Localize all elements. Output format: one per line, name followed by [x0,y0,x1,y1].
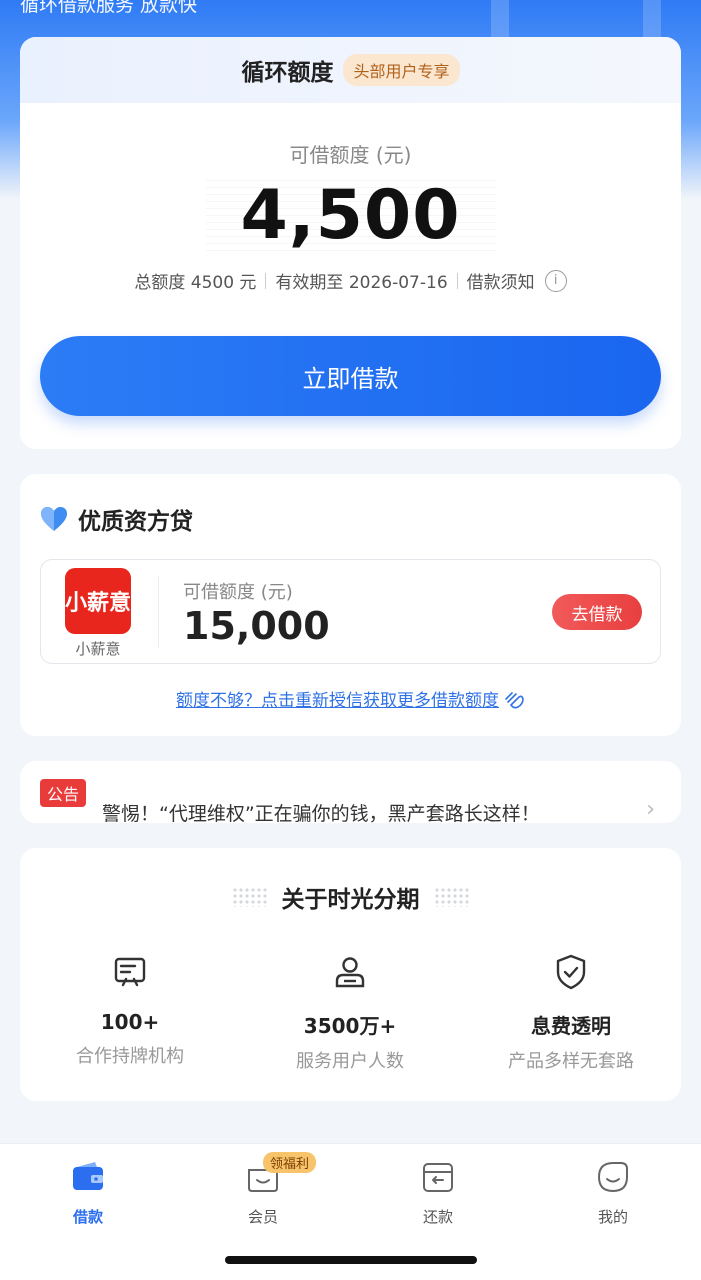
feature-transparent: 息费透明 产品多样无套路 [461,952,681,1073]
profile-icon [597,1162,628,1193]
lender-header: 优质资方贷 [40,502,193,536]
lender-amount-label: 可借额度 (元) [183,582,293,603]
home-indicator [225,1256,477,1264]
user-icon [335,957,365,988]
available-label: 可借额度 (元) [289,143,412,167]
feature-value: 100+ [100,1010,160,1034]
wallet-icon [73,1162,103,1190]
feature-users: 3500万+ 服务用户人数 [240,952,460,1073]
nav-label: 会员 [247,1208,278,1226]
nav-item-repay[interactable]: 还款 [388,1158,488,1227]
divider [158,576,159,648]
repay-icon [423,1163,453,1192]
nav-label: 借款 [72,1208,103,1226]
institution-icon [114,957,146,987]
notice-tag: 公告 [40,779,87,807]
dots-decoration [231,887,268,907]
credit-card: 循环额度 头部用户专享 可借额度 (元) 4,500 总额度 4500 元 有效… [20,37,681,449]
nav-label: 还款 [422,1208,453,1226]
lender-amount: 15,000 [183,604,330,648]
available-amount: 4,500 [240,176,461,255]
dots-decoration [433,887,470,907]
hand-pointer-icon [505,692,524,709]
feature-value: 3500万+ [303,1014,397,1038]
credit-info: 总额度 4500 元 有效期至 2026-07-16 借款须知 i [20,268,681,293]
notice-bar[interactable]: 公告 警惕！“代理维权”正在骗你的钱，黑产套路长这样！ › [20,761,681,823]
borrow-notice-link[interactable]: 借款须知 [467,268,535,293]
feature-value: 息费透明 [531,1014,611,1038]
go-borrow-button[interactable]: 去借款 [552,594,642,630]
more-credit-link[interactable]: 额度不够？点击重新授信获取更多借款额度 [20,686,681,711]
feature-desc: 服务用户人数 [296,1051,404,1072]
info-icon[interactable]: i [544,269,567,292]
lender-item[interactable]: 小薪意 小薪意 可借额度 (元) 15,000 去借款 [40,559,661,664]
divider [456,272,458,289]
lender-title: 优质资方贷 [78,509,193,535]
about-header: 关于时光分期 [20,880,681,914]
credit-header: 循环额度 头部用户专享 [20,37,681,103]
feature-institutions: 100+ 合作持牌机构 [20,952,240,1068]
about-card: 关于时光分期 100+ 合作持牌机构 3500万+ 服务用户人数 息费透明 产品… [20,848,681,1101]
credit-title: 循环额度 [241,60,334,86]
nav-label: 我的 [597,1208,628,1226]
heart-icon [41,507,67,531]
welfare-badge[interactable]: 领福利 [263,1152,317,1173]
about-title: 关于时光分期 [281,887,420,913]
shield-check-icon [556,954,586,990]
amount-wrap: 4,500 [205,180,496,252]
total-credit: 总额度 4500 元 [134,273,257,293]
chevron-right-icon: › [646,797,655,822]
lender-name: 小薪意 [75,640,121,658]
more-credit-text: 额度不够？点击重新授信获取更多借款额度 [176,691,499,711]
lender-logo: 小薪意 [65,568,131,634]
feature-desc: 产品多样无套路 [508,1051,634,1072]
valid-until: 有效期至 2026-07-16 [275,273,448,293]
nav-item-borrow[interactable]: 借款 [38,1158,138,1227]
borrow-now-button[interactable]: 立即借款 [40,336,661,416]
divider [265,272,267,289]
feature-desc: 合作持牌机构 [76,1046,184,1067]
header-subtitle: 循环借款服务 放款快 [20,0,198,16]
nav-item-profile[interactable]: 我的 [563,1158,663,1227]
lender-card: 优质资方贷 小薪意 小薪意 可借额度 (元) 15,000 去借款 额度不够？点… [20,474,681,736]
vip-tag: 头部用户专享 [343,54,460,86]
notice-text: 警惕！“代理维权”正在骗你的钱，黑产套路长这样！ [102,803,540,823]
